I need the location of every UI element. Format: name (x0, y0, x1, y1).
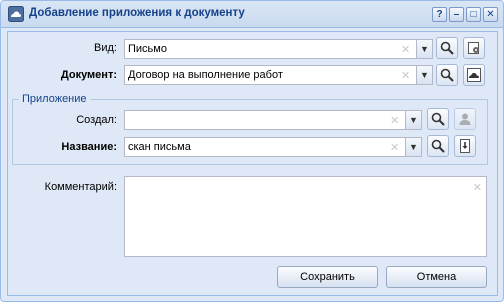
attachment-group-legend: Приложение (19, 93, 90, 105)
vid-value: Письмо (128, 43, 167, 55)
title-bar[interactable]: Добавление приложения к документу ? – □ … (1, 1, 503, 28)
vid-combo[interactable]: Письмо ✕ ▼ (124, 39, 433, 59)
maximize-button[interactable]: □ (466, 7, 481, 22)
document-search-button[interactable] (436, 64, 458, 86)
created-by-dropdown-icon[interactable]: ▼ (405, 111, 421, 129)
name-upload-button[interactable] (454, 135, 476, 157)
minimize-button[interactable]: – (449, 7, 464, 22)
help-button[interactable]: ? (432, 7, 447, 22)
cancel-button[interactable]: Отмена (386, 266, 487, 288)
comment-label: Комментарий: (44, 181, 117, 193)
search-icon (440, 68, 454, 82)
document-label: Документ: (60, 69, 117, 81)
cloud-icon (8, 6, 24, 22)
search-icon (440, 41, 454, 55)
vid-settings-button[interactable] (463, 37, 485, 59)
user-icon (459, 113, 471, 125)
document-value: Договор на выполнение работ (128, 69, 283, 81)
created-by-combo[interactable]: ✕ ▼ (124, 110, 422, 130)
close-button[interactable]: ✕ (483, 7, 498, 22)
upload-icon (460, 139, 470, 153)
comment-clear-icon[interactable]: ✕ (473, 181, 482, 194)
vid-clear-icon[interactable]: ✕ (401, 43, 410, 56)
name-value: скан письма (128, 141, 191, 153)
document-combo[interactable]: Договор на выполнение работ ✕ ▼ (124, 65, 433, 85)
search-icon (431, 139, 445, 153)
name-combo[interactable]: скан письма ✕ ▼ (124, 137, 422, 157)
search-icon (431, 112, 445, 126)
dialog-window: Добавление приложения к документу ? – □ … (0, 0, 504, 302)
name-dropdown-icon[interactable]: ▼ (405, 138, 421, 156)
created-by-clear-icon[interactable]: ✕ (390, 114, 399, 127)
cloud-icon (467, 68, 481, 82)
comment-textarea[interactable]: ✕ (124, 176, 487, 257)
vid-dropdown-icon[interactable]: ▼ (416, 40, 432, 58)
document-open-button[interactable] (463, 64, 485, 86)
created-by-label: Создал: (76, 114, 117, 126)
name-clear-icon[interactable]: ✕ (390, 141, 399, 154)
created-by-user-button[interactable] (454, 108, 476, 130)
save-button[interactable]: Сохранить (277, 266, 378, 288)
vid-label: Вид: (94, 42, 117, 54)
document-dropdown-icon[interactable]: ▼ (416, 66, 432, 84)
dialog-title: Добавление приложения к документу (29, 7, 245, 19)
document-clear-icon[interactable]: ✕ (401, 69, 410, 82)
name-search-button[interactable] (427, 135, 449, 157)
settings-icon (468, 42, 479, 54)
vid-search-button[interactable] (436, 37, 458, 59)
name-label: Название: (61, 141, 117, 153)
created-by-search-button[interactable] (427, 108, 449, 130)
